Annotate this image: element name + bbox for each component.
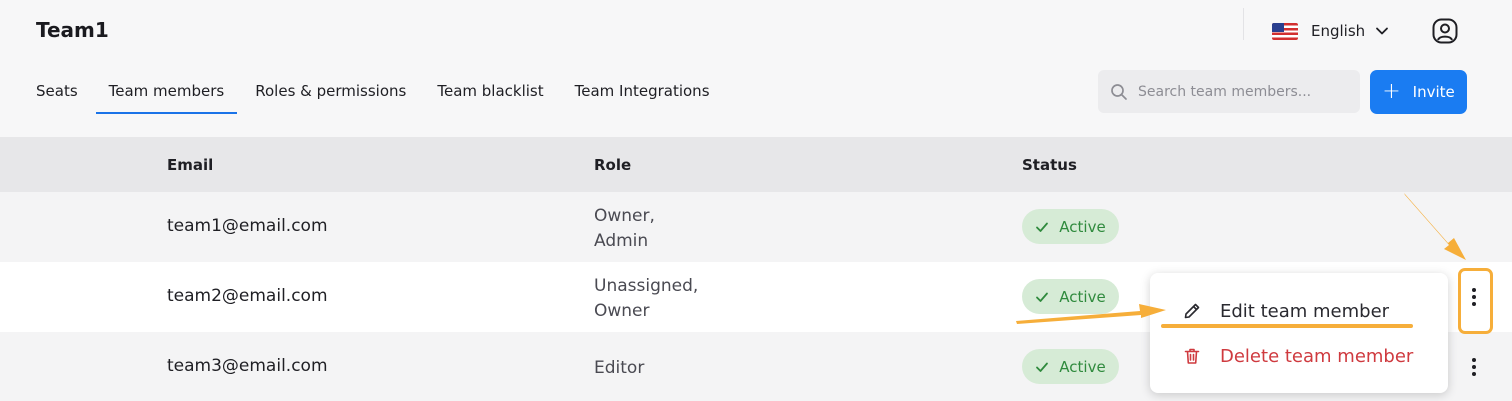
- check-icon: [1036, 292, 1049, 302]
- team-title: Team1: [36, 18, 109, 42]
- role-cell: Owner, Admin: [594, 204, 655, 254]
- status-label: Active: [1059, 217, 1106, 236]
- tab-seats[interactable]: Seats: [36, 70, 78, 114]
- status-label: Active: [1059, 357, 1106, 376]
- table-row: team1@email.com Owner, Admin Active: [0, 192, 1512, 262]
- edit-label: Edit team member: [1220, 300, 1390, 322]
- role-line: Admin: [594, 231, 649, 251]
- header-divider: [1243, 8, 1244, 40]
- invite-button[interactable]: + Invite: [1370, 70, 1467, 114]
- plus-icon: +: [1382, 79, 1401, 104]
- role-line: Owner: [594, 301, 650, 321]
- us-flag-icon: [1272, 22, 1298, 40]
- search-input[interactable]: [1138, 83, 1338, 100]
- role-line: Unassigned,: [594, 276, 699, 296]
- check-icon: [1036, 362, 1049, 372]
- search-box: [1098, 70, 1360, 113]
- tab-team-blacklist[interactable]: Team blacklist: [437, 70, 543, 114]
- search-icon: [1111, 83, 1127, 100]
- check-icon: [1036, 222, 1049, 232]
- annotation-highlight-box: [1458, 268, 1493, 334]
- table-header: Email Role Status: [0, 137, 1512, 192]
- edit-pencil-icon: [1184, 303, 1200, 319]
- language-label: English: [1311, 22, 1366, 40]
- annotation-underline: [1161, 324, 1413, 328]
- delete-label: Delete team member: [1220, 345, 1414, 367]
- email-cell: team1@email.com: [167, 216, 328, 236]
- chevron-down-icon: [1376, 27, 1389, 35]
- tab-roles-permissions[interactable]: Roles & permissions: [255, 70, 406, 114]
- status-badge: Active: [1022, 209, 1119, 244]
- column-header-role: Role: [594, 156, 632, 174]
- column-header-status: Status: [1022, 156, 1077, 174]
- top-bar: Team1 English: [0, 0, 1512, 60]
- column-header-email: Email: [167, 156, 214, 174]
- role-line: Editor: [594, 358, 645, 378]
- tab-team-integrations[interactable]: Team Integrations: [575, 70, 710, 114]
- row-context-menu: Edit team member Delete team member: [1150, 273, 1448, 393]
- role-cell: Editor: [594, 356, 644, 381]
- tab-bar: Seats Team members Roles & permissions T…: [36, 70, 710, 114]
- status-badge: Active: [1022, 279, 1119, 314]
- account-icon[interactable]: [1431, 17, 1459, 45]
- role-cell: Unassigned, Owner: [594, 274, 698, 324]
- role-line: Owner,: [594, 206, 655, 226]
- email-cell: team2@email.com: [167, 286, 328, 306]
- status-label: Active: [1059, 287, 1106, 306]
- tab-team-members[interactable]: Team members: [95, 70, 237, 114]
- email-cell: team3@email.com: [167, 356, 328, 376]
- trash-icon: [1184, 348, 1200, 364]
- delete-team-member-item[interactable]: Delete team member: [1182, 340, 1413, 372]
- language-selector[interactable]: English: [1272, 18, 1389, 44]
- edit-team-member-item[interactable]: Edit team member: [1182, 295, 1389, 327]
- status-badge: Active: [1022, 349, 1119, 384]
- kebab-menu-icon[interactable]: [1463, 354, 1485, 380]
- invite-label: Invite: [1412, 83, 1455, 101]
